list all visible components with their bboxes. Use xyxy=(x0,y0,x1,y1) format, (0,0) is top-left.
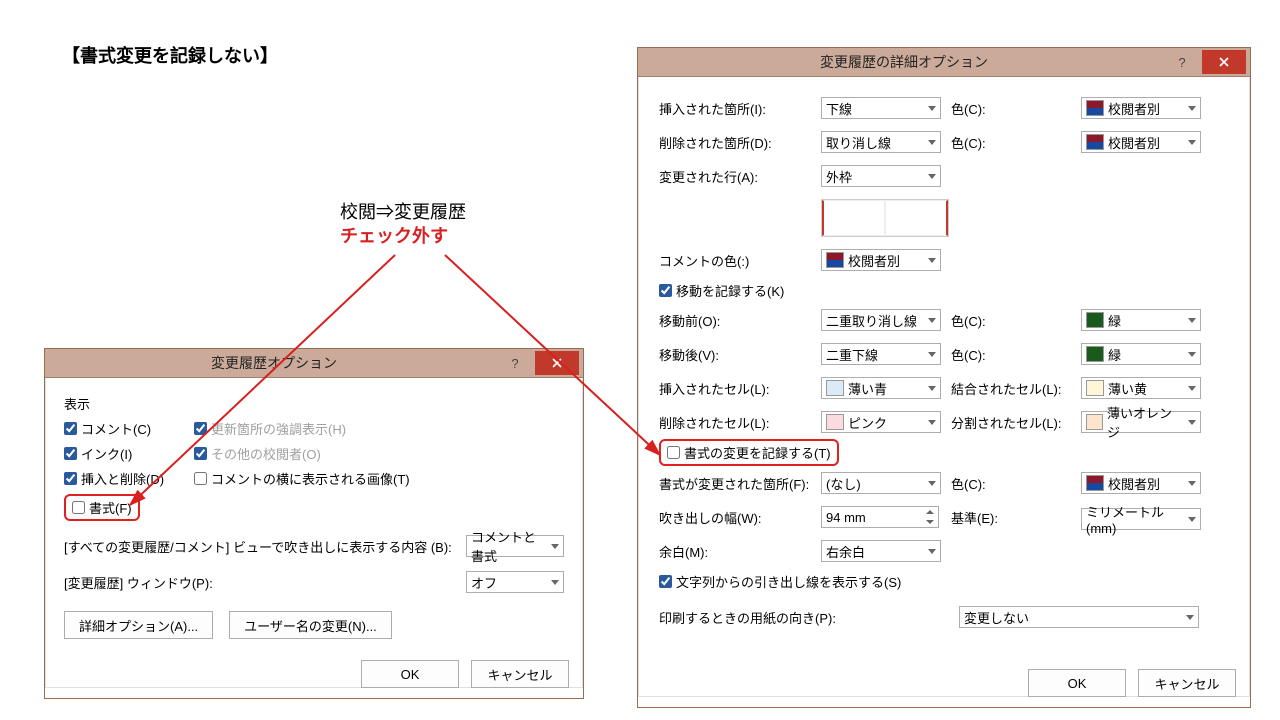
ok-button[interactable]: OK xyxy=(361,660,459,688)
unit-select[interactable]: ミリメートル (mm) xyxy=(1081,508,1201,530)
format-location-label: 書式が変更された箇所(F): xyxy=(659,474,821,493)
deleted-cell-label: 削除されたセル(L): xyxy=(659,413,821,432)
margin-select[interactable]: 右余白 xyxy=(821,540,941,562)
highlight-checkbox[interactable]: 更新箇所の強調表示(H) xyxy=(194,419,346,438)
comment-checkbox[interactable]: コメント(C) xyxy=(64,419,194,438)
tracking-window-select[interactable]: オフ xyxy=(466,571,564,593)
dialog-title: 変更履歴オプション xyxy=(53,353,495,373)
ink-checkbox[interactable]: インク(I) xyxy=(64,444,194,463)
deleted-color-select[interactable]: 校閲者別 xyxy=(1081,131,1201,153)
dialog-titlebar: 変更履歴の詳細オプション ? xyxy=(638,48,1250,77)
changed-lines-select[interactable]: 外枠 xyxy=(821,165,941,187)
advanced-tracking-options-dialog: 変更履歴の詳細オプション ? 挿入された箇所(I): 下線 色(C): 校閲者別… xyxy=(638,48,1250,707)
annotation: 校閲⇒変更履歴 チェック外す xyxy=(340,200,466,249)
close-button[interactable] xyxy=(1202,50,1246,74)
track-formatting-highlight: 書式の変更を記録する(T) xyxy=(659,439,839,466)
unit-label: 基準(E): xyxy=(951,508,1081,527)
deleted-select[interactable]: 取り消し線 xyxy=(821,131,941,153)
swatch-icon xyxy=(826,252,844,268)
changed-lines-label: 変更された行(A): xyxy=(659,167,821,186)
annotation-line2: チェック外す xyxy=(340,224,466,248)
moved-from-select[interactable]: 二重取り消し線 xyxy=(821,309,941,331)
image-beside-comment-checkbox[interactable]: コメントの横に表示される画像(T) xyxy=(194,469,410,488)
page-title: 【書式変更を記録しない】 xyxy=(62,42,278,68)
moved-from-label: 移動前(O): xyxy=(659,311,821,330)
balloon-content-select[interactable]: コメントと書式 xyxy=(466,535,564,557)
show-connectors-checkbox[interactable]: 文字列からの引き出し線を表示する(S) xyxy=(659,568,1229,594)
swatch-icon xyxy=(1086,134,1104,150)
swatch-icon xyxy=(1086,380,1104,396)
deleted-label: 削除された箇所(D): xyxy=(659,133,821,152)
moved-to-label: 移動後(V): xyxy=(659,345,821,364)
swatch-icon xyxy=(1086,475,1104,491)
annotation-line1: 校閲⇒変更履歴 xyxy=(340,200,466,224)
inserted-cell-label: 挿入されたセル(L): xyxy=(659,379,821,398)
comment-color-select[interactable]: 校閲者別 xyxy=(821,249,941,271)
swatch-icon xyxy=(1086,346,1104,362)
merged-cell-label: 結合されたセル(L): xyxy=(951,379,1081,398)
tracking-options-dialog: 変更履歴オプション ? 表示 コメント(C) 更新箇所の強調表示(H) インク(… xyxy=(45,349,583,698)
format-checkbox[interactable]: 書式(F) xyxy=(72,498,132,517)
deleted-cell-select[interactable]: ピンク xyxy=(821,411,941,433)
change-username-button[interactable]: ユーザー名の変更(N)... xyxy=(229,611,392,639)
inserted-label: 挿入された箇所(I): xyxy=(659,99,821,118)
moved-to-color-select[interactable]: 緑 xyxy=(1081,343,1201,365)
cancel-button[interactable]: キャンセル xyxy=(1138,669,1236,697)
close-button[interactable] xyxy=(535,351,579,375)
track-formatting-checkbox[interactable]: 書式の変更を記録する(T) xyxy=(667,443,831,462)
inserted-cell-select[interactable]: 薄い青 xyxy=(821,377,941,399)
color-label: 色(C): xyxy=(951,133,1081,152)
comment-color-label: コメントの色(:) xyxy=(659,251,821,270)
help-icon[interactable]: ? xyxy=(1162,55,1202,70)
advanced-options-button[interactable]: 詳細オプション(A)... xyxy=(64,611,213,639)
orientation-select[interactable]: 変更しない xyxy=(959,606,1199,628)
split-cell-select[interactable]: 薄いオレンジ xyxy=(1081,411,1201,433)
swatch-icon xyxy=(1086,100,1104,116)
color-label: 色(C): xyxy=(951,345,1081,364)
merged-cell-select[interactable]: 薄い黄 xyxy=(1081,377,1201,399)
format-color-select[interactable]: 校閲者別 xyxy=(1081,472,1201,494)
format-location-select[interactable]: (なし) xyxy=(821,472,941,494)
ok-button[interactable]: OK xyxy=(1028,669,1126,697)
track-moves-checkbox[interactable]: 移動を記録する(K) xyxy=(659,277,1229,303)
close-icon xyxy=(552,358,562,368)
swatch-icon xyxy=(826,414,844,430)
balloon-width-label: 吹き出しの幅(W): xyxy=(659,508,821,527)
color-label: 色(C): xyxy=(951,311,1081,330)
swatch-icon xyxy=(1086,312,1104,328)
help-icon[interactable]: ? xyxy=(495,356,535,371)
inserted-color-select[interactable]: 校閲者別 xyxy=(1081,97,1201,119)
margin-label: 余白(M): xyxy=(659,542,821,561)
color-label: 色(C): xyxy=(951,99,1081,118)
dialog-title: 変更履歴の詳細オプション xyxy=(646,52,1162,72)
split-cell-label: 分割されたセル(L): xyxy=(951,413,1081,432)
moved-to-select[interactable]: 二重下線 xyxy=(821,343,941,365)
tracking-window-label: [変更履歴] ウィンドウ(P): xyxy=(64,573,466,592)
dialog-titlebar: 変更履歴オプション ? xyxy=(45,349,583,378)
orientation-label: 印刷するときの用紙の向き(P): xyxy=(659,608,959,627)
inserted-select[interactable]: 下線 xyxy=(821,97,941,119)
balloon-width-spinner[interactable]: 94 mm xyxy=(821,506,939,528)
other-reviewers-checkbox[interactable]: その他の校閲者(O) xyxy=(194,444,321,463)
cancel-button[interactable]: キャンセル xyxy=(471,660,569,688)
changed-line-preview xyxy=(821,199,949,237)
swatch-icon xyxy=(826,380,844,396)
insert-delete-checkbox[interactable]: 挿入と削除(D) xyxy=(64,469,194,488)
format-checkbox-highlight: 書式(F) xyxy=(64,494,140,521)
balloon-content-label: [すべての変更履歴/コメント] ビューで吹き出しに表示する内容 (B): xyxy=(64,537,466,556)
color-label: 色(C): xyxy=(951,474,1081,493)
display-section-label: 表示 xyxy=(64,394,564,413)
close-icon xyxy=(1219,57,1229,67)
swatch-icon xyxy=(1086,414,1103,430)
moved-from-color-select[interactable]: 緑 xyxy=(1081,309,1201,331)
